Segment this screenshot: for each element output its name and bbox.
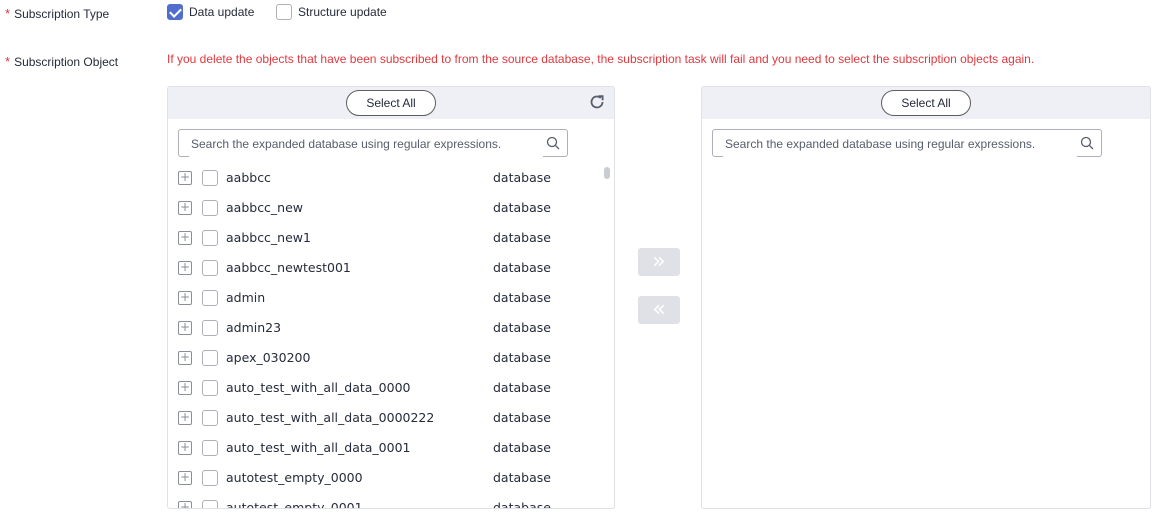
database-list: + aabbcc database + aabbcc_new database + aabbc… <box>168 163 608 509</box>
checkbox-checked-icon[interactable] <box>167 4 183 20</box>
item-checkbox[interactable] <box>202 290 218 306</box>
item-name: admin23 <box>226 320 282 335</box>
item-checkbox[interactable] <box>202 440 218 456</box>
expand-icon[interactable]: + <box>178 171 192 185</box>
item-name: aabbcc_newtest001 <box>226 260 351 275</box>
list-item[interactable]: + admin23 database <box>168 313 608 343</box>
list-item[interactable]: + aabbcc_newtest001 database <box>168 253 608 283</box>
subscription-type-label: * Subscription Type <box>5 6 109 21</box>
item-name: apex_030200 <box>226 350 311 365</box>
expand-icon[interactable]: + <box>178 201 192 215</box>
item-checkbox[interactable] <box>202 350 218 366</box>
expand-icon[interactable]: + <box>178 471 192 485</box>
item-checkbox[interactable] <box>202 470 218 486</box>
item-name: auto_test_with_all_data_0000 <box>226 380 411 395</box>
item-name: aabbcc <box>226 170 271 185</box>
select-all-button[interactable]: Select All <box>346 90 436 116</box>
item-name: aabbcc_new <box>226 200 304 215</box>
panel-header: Select All <box>702 87 1150 119</box>
data-update-checkbox[interactable]: Data update <box>167 4 254 20</box>
expand-icon[interactable]: + <box>178 291 192 305</box>
list-item[interactable]: + aabbcc database <box>168 163 608 193</box>
search-field[interactable] <box>178 129 568 157</box>
item-name: autotest_empty_0000 <box>226 470 363 485</box>
list-item[interactable]: + apex_030200 database <box>168 343 608 373</box>
select-all-button[interactable]: Select All <box>881 90 971 116</box>
item-checkbox[interactable] <box>202 170 218 186</box>
expand-icon[interactable]: + <box>178 501 192 508</box>
search-icon[interactable] <box>1080 136 1094 150</box>
list-item[interactable]: + auto_test_with_all_data_0000 database <box>168 373 608 403</box>
item-name: admin <box>226 290 266 305</box>
expand-icon[interactable]: + <box>178 261 192 275</box>
item-checkbox[interactable] <box>202 320 218 336</box>
item-type: database <box>493 290 551 305</box>
search-input[interactable] <box>723 131 1077 157</box>
list-item[interactable]: + auto_test_with_all_data_0001 database <box>168 433 608 463</box>
expand-icon[interactable]: + <box>178 381 192 395</box>
item-type: database <box>493 500 551 509</box>
item-checkbox[interactable] <box>202 230 218 246</box>
subscription-object-label: * Subscription Object <box>5 54 118 69</box>
remove-from-selected-button[interactable]: « <box>638 296 680 324</box>
item-type: database <box>493 320 551 335</box>
structure-update-label: Structure update <box>298 5 387 19</box>
item-checkbox[interactable] <box>202 200 218 216</box>
item-checkbox[interactable] <box>202 380 218 396</box>
item-name: auto_test_with_all_data_0000222 <box>226 410 435 425</box>
selected-objects-panel: Select All <box>701 86 1151 509</box>
list-item[interactable]: + aabbcc_new database <box>168 193 608 223</box>
source-objects-panel: Select All +aabbccdatabase+aabbcc_newdat… <box>167 86 615 509</box>
expand-icon[interactable]: + <box>178 441 192 455</box>
subscription-object-text: Subscription Object <box>14 55 119 69</box>
item-name: autotest_empty_0001 <box>226 500 363 509</box>
item-type: database <box>493 260 551 275</box>
add-to-selected-button[interactable]: » <box>638 248 680 276</box>
item-type: database <box>493 350 551 365</box>
item-type: database <box>493 470 551 485</box>
search-icon[interactable] <box>546 136 560 150</box>
checkbox-unchecked-icon[interactable] <box>276 4 292 20</box>
item-type: database <box>493 230 551 245</box>
data-update-label: Data update <box>189 5 255 19</box>
item-type: database <box>493 410 551 425</box>
item-type: database <box>493 170 551 185</box>
list-item[interactable]: + auto_test_with_all_data_0000222 database <box>168 403 608 433</box>
search-input[interactable] <box>189 131 543 157</box>
required-mark: * <box>5 6 11 21</box>
item-checkbox[interactable] <box>202 260 218 276</box>
item-type: database <box>493 380 551 395</box>
list-item[interactable]: + autotest_empty_0001 database <box>168 493 608 509</box>
item-type: database <box>493 200 551 215</box>
required-mark: * <box>5 54 11 69</box>
expand-icon[interactable]: + <box>178 351 192 365</box>
structure-update-checkbox[interactable]: Structure update <box>276 4 387 20</box>
refresh-icon[interactable] <box>588 93 606 111</box>
item-checkbox[interactable] <box>202 410 218 426</box>
expand-icon[interactable]: + <box>178 411 192 425</box>
list-item[interactable]: + autotest_empty_0000 database <box>168 463 608 493</box>
item-type: database <box>493 440 551 455</box>
item-name: aabbcc_new1 <box>226 230 311 245</box>
subscription-warning: If you delete the objects that have been… <box>167 52 1035 66</box>
list-item[interactable]: + admin database <box>168 283 608 313</box>
subscription-type-text: Subscription Type <box>14 7 110 21</box>
expand-icon[interactable]: + <box>178 231 192 245</box>
panel-header: Select All <box>168 87 614 119</box>
item-checkbox[interactable] <box>202 500 218 508</box>
expand-icon[interactable]: + <box>178 321 192 335</box>
list-item[interactable]: + aabbcc_new1 database <box>168 223 608 253</box>
item-name: auto_test_with_all_data_0001 <box>226 440 411 455</box>
search-field[interactable] <box>712 129 1102 157</box>
